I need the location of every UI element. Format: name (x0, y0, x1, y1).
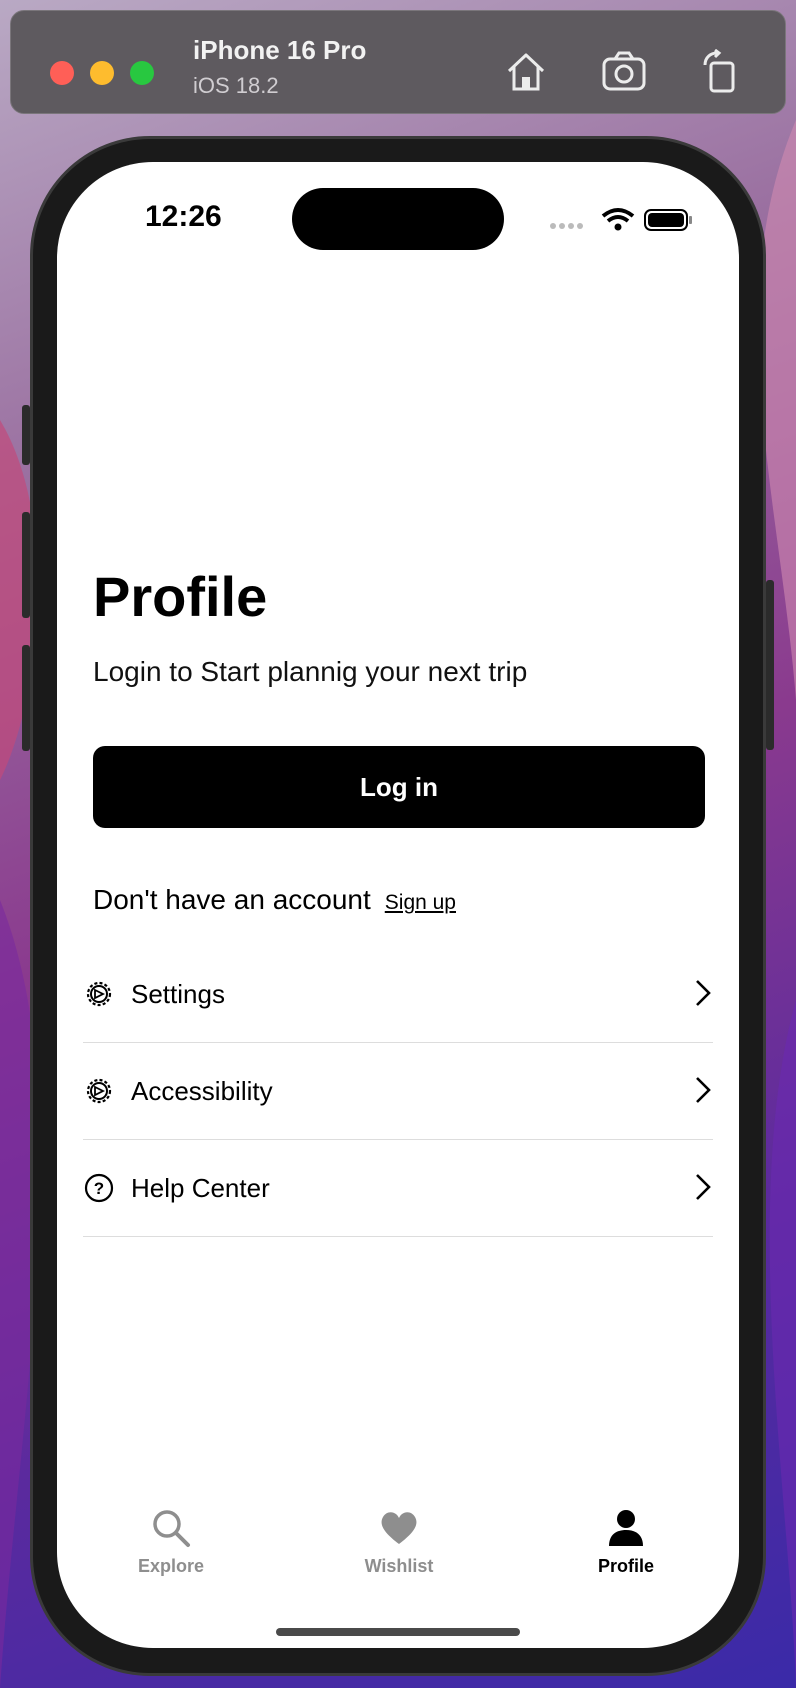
menu-list: Settings Accessibility ? Help Center (83, 946, 713, 1237)
gear-icon (86, 981, 112, 1007)
svg-text:?: ? (94, 1179, 104, 1198)
menu-item-label: Settings (131, 978, 225, 1009)
cellular-icon (550, 223, 583, 229)
gear-icon (86, 1078, 112, 1104)
account-prompt: Don't have an account (93, 884, 371, 915)
dynamic-island (292, 188, 504, 250)
tab-label: Explore (137, 1556, 205, 1576)
power-button (766, 580, 774, 750)
page-subtitle: Login to Start plannig your next trip (93, 656, 528, 687)
heart-icon (381, 1512, 417, 1544)
status-time: 12:26 (145, 200, 222, 233)
person-icon (609, 1510, 643, 1546)
device-name: iPhone 16 Pro (193, 35, 367, 65)
chevron-right-icon (696, 980, 711, 1006)
chevron-right-icon (696, 1174, 711, 1200)
close-window-button[interactable] (50, 61, 74, 85)
search-icon (153, 1510, 190, 1547)
volume-down-button (22, 645, 30, 751)
status-icons (550, 208, 692, 231)
tab-wishlist[interactable]: Wishlist (329, 1508, 469, 1608)
signup-link[interactable]: Sign up (385, 891, 456, 915)
menu-item-settings[interactable]: Settings (83, 946, 713, 1043)
login-button[interactable]: Log in (93, 746, 705, 828)
signup-row: Don't have an account Sign up (93, 884, 456, 916)
chevron-right-icon (696, 1077, 711, 1103)
volume-up-button (22, 512, 30, 618)
question-circle-icon: ? (84, 1173, 114, 1203)
phone-screen: 12:26 Profile Login to Start plannig you… (57, 162, 739, 1648)
tab-label: Profile (597, 1556, 654, 1576)
tab-label: Wishlist (364, 1556, 434, 1576)
zoom-window-button[interactable] (130, 61, 154, 85)
battery-icon (644, 209, 692, 231)
rotate-icon[interactable] (699, 49, 745, 95)
action-button (22, 405, 30, 465)
minimize-window-button[interactable] (90, 61, 114, 85)
tab-explore[interactable]: Explore (101, 1508, 241, 1608)
menu-item-help-center[interactable]: ? Help Center (83, 1140, 713, 1237)
tab-profile[interactable]: Profile (556, 1508, 696, 1608)
menu-item-label: Accessibility (131, 1075, 273, 1106)
page-title: Profile (93, 565, 268, 628)
os-version: iOS 18.2 (193, 73, 279, 98)
wifi-icon (601, 208, 635, 231)
home-icon[interactable] (503, 49, 549, 95)
simulator-titlebar: iPhone 16 Pro iOS 18.2 (10, 10, 786, 114)
menu-item-label: Help Center (131, 1172, 270, 1203)
tab-bar: Explore Wishlist Profile (57, 1508, 739, 1608)
screenshot-icon[interactable] (601, 49, 647, 95)
home-indicator[interactable] (276, 1628, 520, 1636)
menu-item-accessibility[interactable]: Accessibility (83, 1043, 713, 1140)
